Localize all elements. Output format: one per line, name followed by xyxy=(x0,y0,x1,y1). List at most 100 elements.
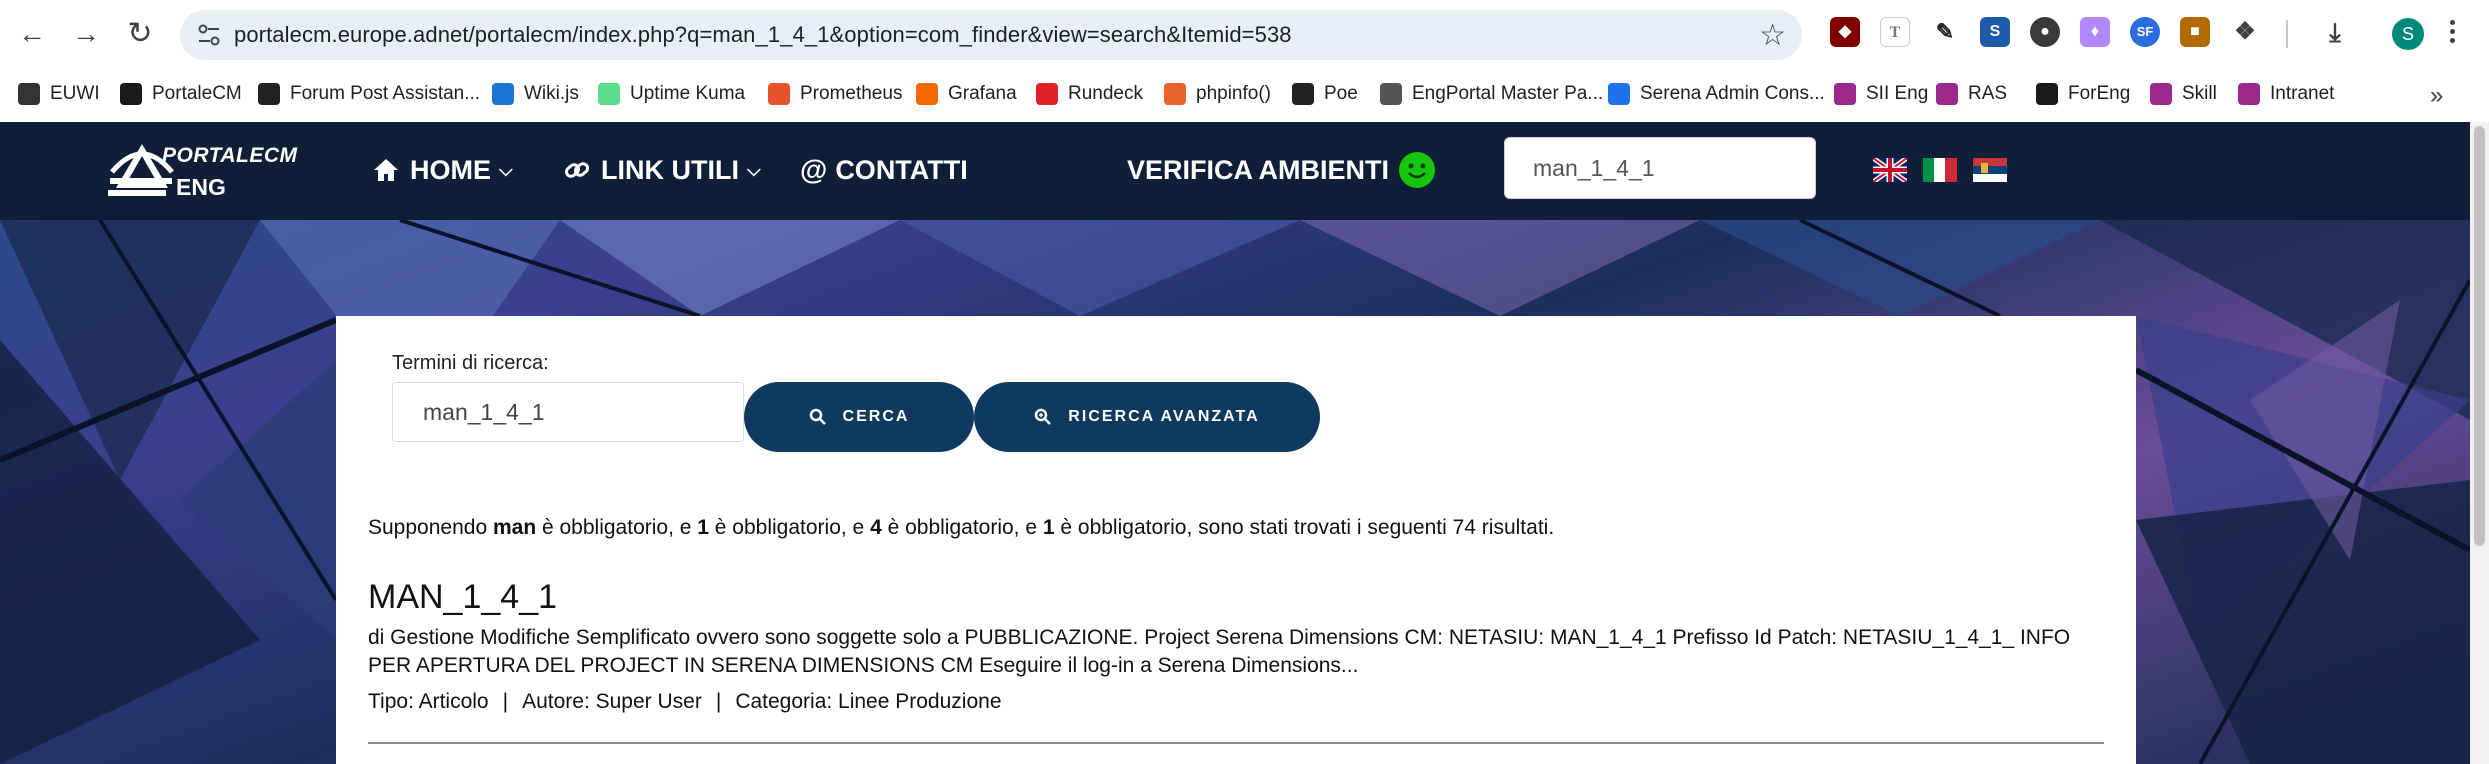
phpinfo-icon xyxy=(1164,83,1186,105)
logo-text-top: PORTALECM xyxy=(162,144,298,167)
search-terms-label: Termini di ricerca: xyxy=(392,352,549,374)
search-button[interactable]: CERCA xyxy=(744,382,974,452)
serena-icon xyxy=(1608,83,1630,105)
uk-flag-icon[interactable] xyxy=(1873,158,1907,182)
bookmark-label: Wiki.js xyxy=(524,83,579,104)
poe-icon xyxy=(1292,83,1314,105)
home-icon xyxy=(374,159,398,181)
uptime-kuma-icon xyxy=(598,83,620,105)
bookmark-label: Forum Post Assistan... xyxy=(290,83,481,104)
menu-home-label: HOME xyxy=(410,154,491,185)
search-icon xyxy=(809,408,826,425)
joomla-icon xyxy=(258,83,280,105)
sf-extension-icon[interactable]: SF xyxy=(2130,17,2160,47)
bookmark-item[interactable]: Skill xyxy=(2150,78,2217,110)
bookmark-item[interactable]: SII Eng xyxy=(1834,78,1928,110)
page-extension-icon[interactable]: ■ xyxy=(2180,17,2210,47)
menu-verifica-label: VERIFICA AMBIENTI xyxy=(1127,154,1389,185)
text-extension-icon[interactable]: T xyxy=(1880,17,1910,47)
chevron-down-icon: ⌵ xyxy=(499,159,513,180)
bookmark-label: Prometheus xyxy=(800,83,903,104)
result-category: Categoria: Linee Produzione xyxy=(735,690,1002,713)
ublock-extension-icon[interactable]: ◆ xyxy=(1830,17,1860,47)
advanced-search-button[interactable]: RICERCA AVANZATA xyxy=(974,382,1320,452)
result-author: Autore: Super User xyxy=(522,690,702,713)
page-scrollbar[interactable] xyxy=(2470,122,2489,764)
bookmark-label: Serena Admin Cons... xyxy=(1640,83,1825,104)
result-excerpt: di Gestione Modifiche Semplificato ovver… xyxy=(368,626,2071,677)
rundeck-icon xyxy=(1036,83,1058,105)
bookmark-item[interactable]: Intranet xyxy=(2238,78,2334,110)
browser-menu-icon[interactable] xyxy=(2446,16,2458,52)
feather-extension-icon[interactable]: ♦ xyxy=(2080,17,2110,47)
search-results-card: Termini di ricerca: man_1_4_1 CERCA RICE… xyxy=(336,316,2136,764)
download-icon[interactable]: ⤓ xyxy=(2320,17,2350,47)
menu-link-utili[interactable]: LINK UTILI ⌵ xyxy=(563,150,761,190)
portalecm-icon xyxy=(120,83,142,105)
bookmark-item[interactable]: Forum Post Assistan... xyxy=(258,78,480,110)
bookmark-item[interactable]: Wiki.js xyxy=(492,78,579,110)
bookmark-item[interactable]: Serena Admin Cons... xyxy=(1608,78,1825,110)
italy-flag-icon[interactable] xyxy=(1923,158,1957,182)
summary-term: 1 xyxy=(1042,516,1055,539)
bookmark-label: phpinfo() xyxy=(1196,83,1271,104)
meta-separator: | xyxy=(502,690,509,713)
search-summary: Supponendo man è obbligatorio, e 1 è obb… xyxy=(368,516,1554,540)
address-url[interactable]: portalecm.europe.adnet/portalecm/index.p… xyxy=(234,22,1292,48)
bookmarks-overflow-icon[interactable]: » xyxy=(2430,82,2443,110)
summary-text: è obbligatorio, e xyxy=(881,516,1043,539)
bookmark-item[interactable]: Rundeck xyxy=(1036,78,1143,110)
bookmark-item[interactable]: ForEng xyxy=(2036,78,2130,110)
result-title-link[interactable]: MAN_1_4_1 xyxy=(368,578,557,617)
profile-avatar[interactable]: S xyxy=(2392,18,2424,50)
summary-term: 4 xyxy=(870,516,882,539)
bookmark-item[interactable]: Grafana xyxy=(916,78,1017,110)
bookmark-label: Poe xyxy=(1324,83,1358,104)
bookmark-item[interactable]: phpinfo() xyxy=(1164,78,1271,110)
bookmark-star-icon[interactable]: ☆ xyxy=(1759,18,1786,53)
bookmark-item[interactable]: Prometheus xyxy=(768,78,902,110)
summary-text: è obbligatorio, e xyxy=(708,516,871,539)
site-info-icon[interactable] xyxy=(194,20,224,50)
reload-icon[interactable]: ↻ xyxy=(122,16,158,52)
bookmark-label: EngPortal Master Pa... xyxy=(1412,83,1604,104)
extensions-puzzle-icon[interactable]: ❖ xyxy=(2230,17,2260,47)
bookmark-item[interactable]: EngPortal Master Pa... xyxy=(1380,78,1603,110)
header-search-input[interactable]: man_1_4_1 xyxy=(1504,137,1816,199)
eyedropper-extension-icon[interactable]: ✎ xyxy=(1930,17,1960,47)
toolbar-divider xyxy=(2286,20,2288,48)
address-bar[interactable]: portalecm.europe.adnet/portalecm/index.p… xyxy=(180,10,1802,60)
bookmark-label: SII Eng xyxy=(1866,83,1929,104)
menu-verifica-ambienti[interactable]: VERIFICA AMBIENTI xyxy=(1127,150,1435,190)
bookmark-item[interactable]: EUWI xyxy=(18,78,100,110)
bookmark-item[interactable]: Poe xyxy=(1292,78,1358,110)
menu-home[interactable]: HOME ⌵ xyxy=(372,150,513,190)
intranet-icon xyxy=(2238,83,2260,105)
back-arrow-icon[interactable]: ← xyxy=(14,16,50,52)
bookmark-label: PortaleCM xyxy=(152,83,242,104)
browser-toolbar: ← → ↻ portalecm.europe.adnet/portalecm/i… xyxy=(0,0,2489,68)
scrollbar-thumb[interactable] xyxy=(2474,126,2485,546)
bookmark-label: Grafana xyxy=(948,83,1017,104)
bookmark-label: Intranet xyxy=(2270,83,2335,104)
serbia-flag-icon[interactable] xyxy=(1973,158,2007,182)
prometheus-icon xyxy=(768,83,790,105)
color-extension-icon[interactable]: ● xyxy=(2030,17,2060,47)
bookmark-label: EUWI xyxy=(50,83,100,104)
forward-arrow-icon[interactable]: → xyxy=(68,16,104,52)
sii-eng-icon xyxy=(1834,83,1856,105)
s-extension-icon[interactable]: S xyxy=(1980,17,2010,47)
result-meta: Tipo: Articolo | Autore: Super User | Catego… xyxy=(368,690,1002,714)
result-type: Tipo: Articolo xyxy=(368,690,489,713)
meta-separator: | xyxy=(715,690,722,713)
site-header: PORTALECM ENG HOME ⌵ LINK UTILI ⌵ @ CONT… xyxy=(0,122,2470,220)
bookmark-item[interactable]: RAS xyxy=(1936,78,2007,110)
summary-prefix: Supponendo xyxy=(368,516,493,539)
zoom-in-icon xyxy=(1035,408,1052,425)
search-input[interactable]: man_1_4_1 xyxy=(392,382,744,442)
menu-contatti-label: CONTATTI xyxy=(835,154,968,185)
site-logo[interactable]: PORTALECM ENG xyxy=(106,140,298,206)
bookmark-item[interactable]: Uptime Kuma xyxy=(598,78,745,110)
menu-contatti[interactable]: @ CONTATTI xyxy=(800,150,968,190)
bookmark-item[interactable]: PortaleCM xyxy=(120,78,242,110)
